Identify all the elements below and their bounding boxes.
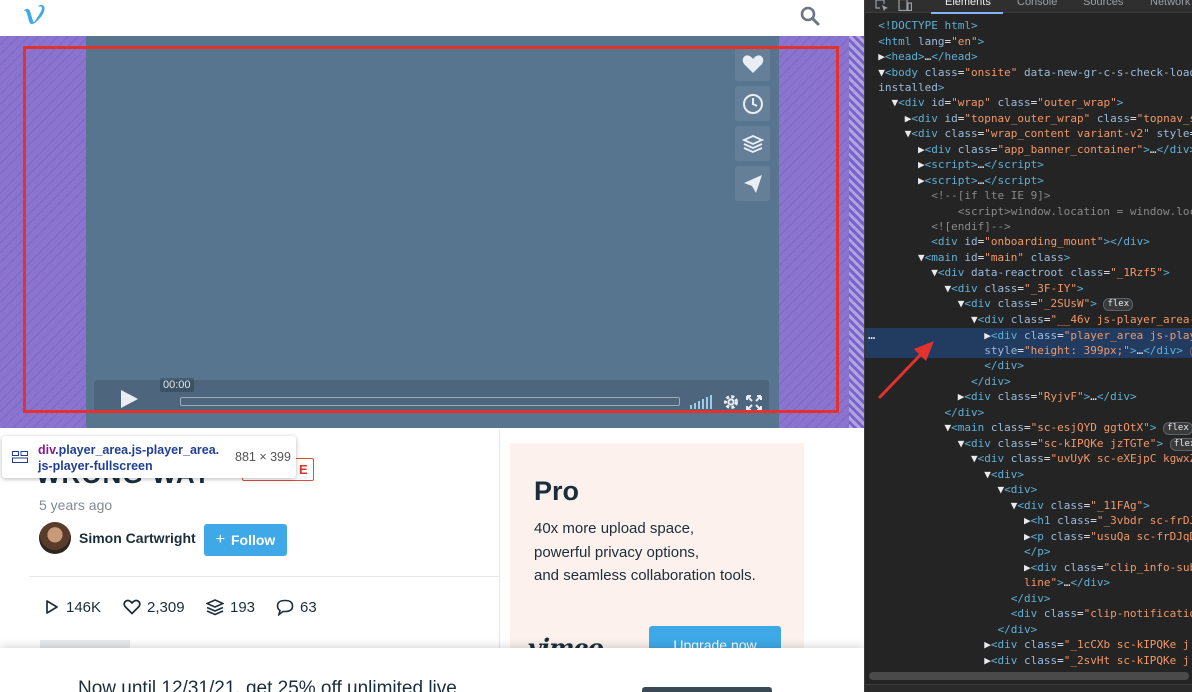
dom-node[interactable]: ▼<body class="onsite" data-new-gr-c-s-ch… <box>865 65 1192 80</box>
promo-text: Now until 12/31/21, get 25% off unlimite… <box>78 678 457 692</box>
dom-node[interactable]: ▼<div class="sc-kIPQKe jzTGTe"> flex <box>865 436 1192 451</box>
tab-console[interactable]: Console <box>1017 0 1057 8</box>
web-page: 00:00 WRONG WAY E div.player_area.js-pla… <box>0 0 864 692</box>
dom-node[interactable]: ▶<div class="app_banner_container">…</di… <box>865 142 1192 157</box>
dom-node[interactable]: ▶<div class="clip_info-subli <box>865 560 1192 575</box>
dom-node-selected-cont[interactable]: style="height: 399px;">…</div> flex <box>865 343 1192 358</box>
vimeo-logo[interactable] <box>22 3 46 27</box>
devtools-toolbar: Elements Console Sources Network <box>865 0 1192 14</box>
dom-node[interactable]: ▶<div class="_2svHt sc-kIPQKe j <box>865 653 1192 668</box>
inspect-element-icon[interactable] <box>875 0 889 11</box>
promo-button[interactable] <box>642 687 772 692</box>
dom-comment[interactable]: <!--[if lte IE 9]> <box>865 188 1192 203</box>
dom-node[interactable]: ▼<div> <box>865 467 1192 482</box>
tab-network[interactable]: Network <box>1150 0 1190 8</box>
dom-node[interactable]: ▼<main class="sc-esjQYD ggtOtX"> flex <box>865 420 1192 435</box>
flex-container-icon <box>12 451 28 463</box>
node-actions-ellipsis[interactable]: … <box>868 328 875 342</box>
dom-node[interactable]: ▶<head>…</head> <box>865 49 1192 64</box>
follow-button[interactable]: + Follow <box>204 524 287 556</box>
tab-sources[interactable]: Sources <box>1083 0 1123 8</box>
avatar[interactable] <box>39 522 71 554</box>
author-name[interactable]: Simon Cartwright <box>79 530 196 546</box>
collections-count: 193 <box>230 598 256 616</box>
dom-node[interactable]: ▶<script>…</script> <box>865 157 1192 172</box>
dom-comment: <![endif]--> <box>931 220 1011 233</box>
stat-likes[interactable]: 2,309 <box>123 597 185 617</box>
dom-node[interactable]: </p> <box>865 544 1192 559</box>
dom-node[interactable]: ▶<div id="topnav_outer_wrap" class="topn… <box>865 111 1192 126</box>
pro-line-3: and seamless collaboration tools. <box>534 567 756 584</box>
inspect-tooltip: div.player_area.js-player_area. js-player… <box>2 436 296 478</box>
dom-tree: <!DOCTYPE html> <html lang="en"> ▶<head>… <box>865 14 1192 670</box>
top-navigation <box>0 0 864 36</box>
dom-node[interactable]: ▼<div class="wrap_content variant-v2" st… <box>865 126 1192 141</box>
pro-description: 40x more upload space, powerful privacy … <box>534 517 796 588</box>
follow-label: Follow <box>231 532 276 548</box>
plays-count: 146K <box>66 598 102 616</box>
pro-line-1: 40x more upload space, <box>534 520 695 537</box>
dom-node-continuation: installed> <box>878 81 945 94</box>
dom-node-selected[interactable]: ▶<div class="player_area js-player <box>865 328 1192 343</box>
divider <box>29 576 499 577</box>
dom-node[interactable]: ▶<div class="RyjvF">…</div> <box>865 389 1192 404</box>
dom-node[interactable]: </div> <box>865 622 1192 637</box>
dom-node[interactable]: ▼<main id="main" class> <box>865 250 1192 265</box>
tooltip-tag: div <box>38 443 56 457</box>
pro-line-2: powerful privacy options, <box>534 543 700 561</box>
heart-outline-icon <box>123 599 141 615</box>
dom-node[interactable]: </div> <box>865 358 1192 373</box>
devtools-breadcrumb-bar <box>865 684 1192 692</box>
dom-node[interactable]: <div id="onboarding_mount"></div> <box>865 234 1192 249</box>
post-date: 5 years ago <box>39 497 113 513</box>
dom-node[interactable]: <!DOCTYPE html> <box>865 18 1192 33</box>
devtools-panel: Elements Console Sources Network <!DOCTY… <box>864 0 1192 692</box>
likes-count: 2,309 <box>147 598 185 616</box>
dom-comment: <script>window.location = window.locat <box>957 205 1192 218</box>
tab-elements[interactable]: Elements <box>945 0 991 8</box>
dom-node[interactable]: </div> <box>865 591 1192 606</box>
stat-collections[interactable]: 193 <box>206 597 255 617</box>
dom-node[interactable]: ▶<p class="usuQa sc-frDJqD h <box>865 529 1192 544</box>
comment-icon <box>276 599 294 616</box>
play-count-icon <box>46 600 58 614</box>
dom-node[interactable]: ▶<div class="_1cCXb sc-kIPQKe j <box>865 637 1192 652</box>
dom-node[interactable]: <div class="clip-notification <box>865 606 1192 621</box>
dom-node[interactable]: <html lang="en"> <box>865 34 1192 49</box>
dom-node[interactable]: ▼<div class="_11FAg"> <box>865 498 1192 513</box>
search-icon[interactable] <box>798 4 822 28</box>
dom-node[interactable]: ▼<div class="uvUyK sc-eXEjpC kgwxZq <box>865 451 1192 466</box>
dom-node[interactable]: ▼<div data-reactroot class="_1Rzf5"> <box>865 265 1192 280</box>
dom-node[interactable]: ▼<div id="wrap" class="outer_wrap"> <box>865 95 1192 110</box>
dom-node[interactable]: ▶<h1 class="_3vbdr sc-frDJqD <box>865 513 1192 528</box>
horizontal-scrollbar[interactable] <box>869 672 1189 680</box>
red-annotation-box <box>23 46 839 413</box>
dom-node[interactable]: ▼<div> <box>865 482 1192 497</box>
dom-node[interactable]: ▼<div class="_3F-IY"> <box>865 281 1192 296</box>
layers-outline-icon <box>206 598 224 615</box>
dom-node[interactable]: </div> <box>865 405 1192 420</box>
tooltip-size: 881 × 399 <box>235 450 291 464</box>
device-toolbar-icon[interactable] <box>898 0 912 11</box>
screen: 00:00 WRONG WAY E div.player_area.js-pla… <box>0 0 1192 692</box>
dom-node[interactable]: ▶<script>…</script> <box>865 173 1192 188</box>
overlay-hatch-stripe <box>849 36 864 428</box>
dom-node-continuation: line">…</div> <box>1023 576 1111 589</box>
pro-title: Pro <box>534 476 580 506</box>
tooltip-classes: .player_area.js-player_area. <box>55 443 220 457</box>
dom-node[interactable]: ▼<div class="__46v js-player_area-w <box>865 312 1192 327</box>
dom-node[interactable]: ▼<div class="_2SUsW"> flex <box>865 296 1192 311</box>
stat-plays: 146K <box>44 597 101 617</box>
tooltip-classes-2: js-player-fullscreen <box>38 459 153 473</box>
promo-banner: Now until 12/31/21, get 25% off unlimite… <box>0 648 864 692</box>
comments-count: 63 <box>300 598 317 616</box>
placeholder-block <box>40 640 130 648</box>
tooltip-selector: div.player_area.js-player_area. js-player… <box>38 442 226 474</box>
dom-node[interactable]: </div> <box>865 374 1192 389</box>
plus-icon: + <box>215 531 225 548</box>
stat-comments[interactable]: 63 <box>276 597 317 617</box>
